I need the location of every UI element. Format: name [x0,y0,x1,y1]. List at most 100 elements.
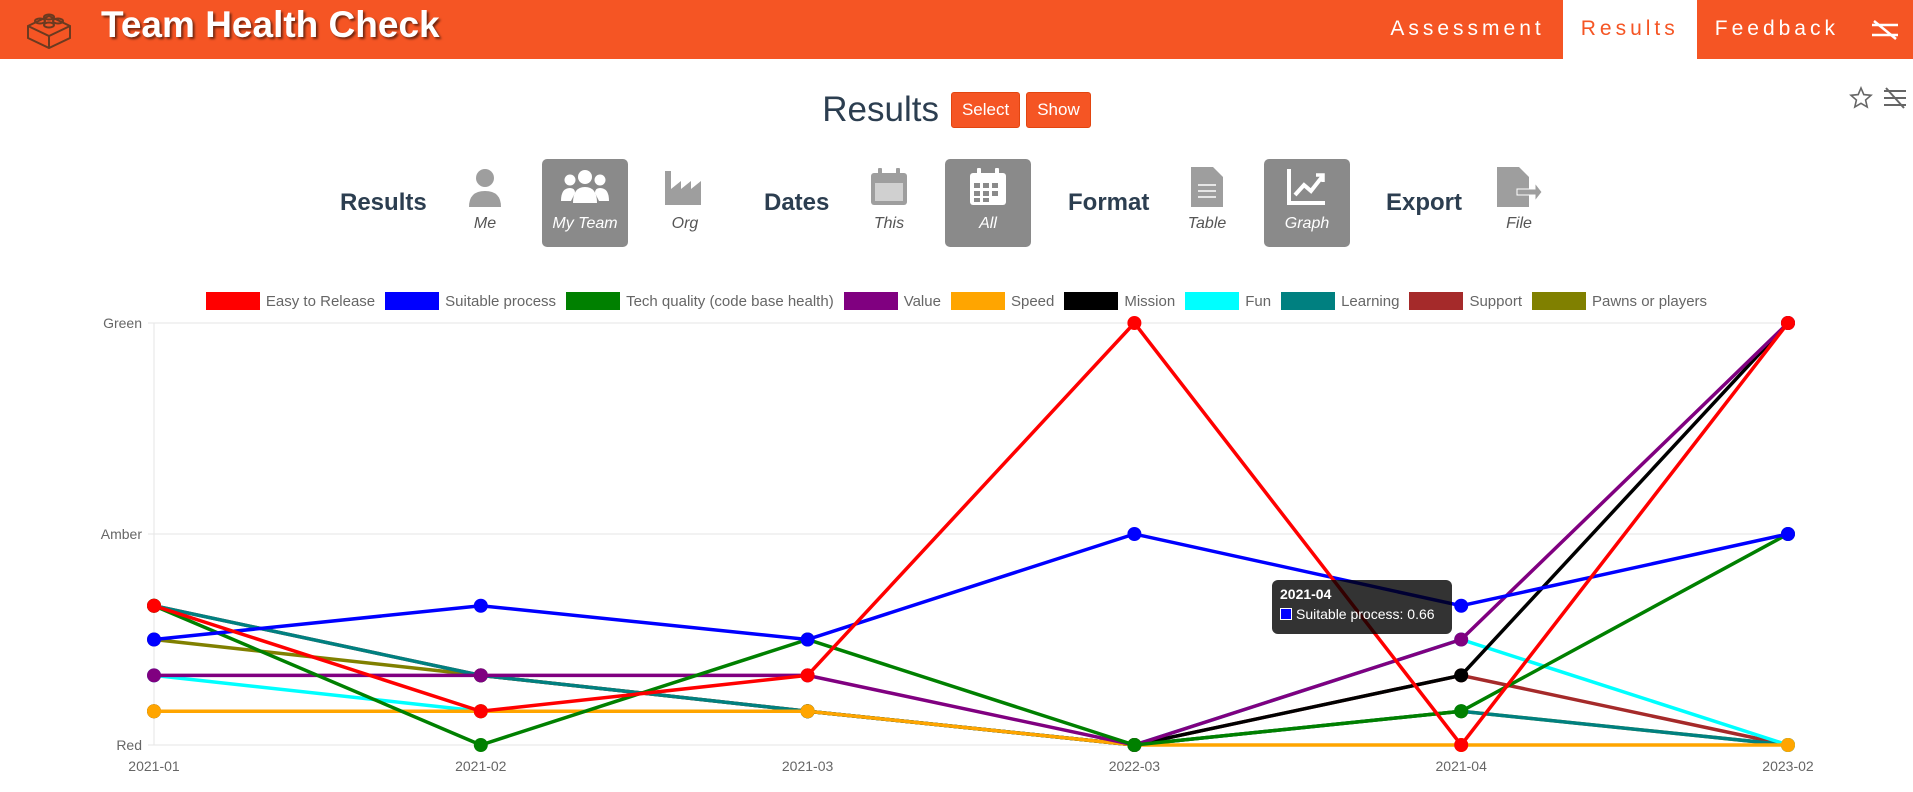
data-point [800,704,815,719]
dates-group-label: Dates [764,189,830,216]
data-point [1127,738,1142,752]
select-button[interactable]: Select [950,92,1021,128]
show-button[interactable]: Show [1026,92,1091,128]
legend-label: Mission [1124,292,1176,310]
document-icon [1191,167,1223,207]
format-group-label: Format [1068,189,1150,216]
legend-swatch [1281,292,1336,310]
data-point [147,704,161,719]
legend-swatch [566,292,621,310]
option-all-label: All [979,215,997,232]
legend-item[interactable]: Pawns or players [1532,292,1707,310]
legend-swatch [843,292,898,310]
option-table-label: Table [1187,215,1227,232]
legend-swatch [1532,292,1586,310]
main-nav: Assessment Results Feedback [1372,0,1913,59]
nav-results[interactable]: Results [1562,0,1697,59]
legend-swatch [1064,292,1119,310]
x-tick-label: 2021-04 [1436,758,1488,774]
legend-item[interactable]: Learning [1281,292,1399,310]
legend-label: Suitable process [445,292,557,310]
page-title: Results [822,90,939,129]
data-point [1454,598,1469,613]
data-point [1781,527,1795,541]
data-point [147,668,161,683]
option-my-team-label: My Team [552,215,618,232]
data-point [147,598,161,613]
legend-swatch [385,292,440,310]
app-title: Team Health Check [101,4,440,45]
option-org[interactable]: Org [642,159,728,247]
series-line [153,532,1789,642]
legend-item[interactable]: Easy to Release [205,292,376,310]
chart-legend: Easy to Release Suitable process Tech qual… [0,292,1913,310]
legend-item[interactable]: Mission [1064,292,1175,310]
data-point [800,668,815,683]
option-me-label: Me [473,215,497,232]
option-this[interactable]: This [846,159,932,247]
legend-label: Tech quality (code base health) [626,292,834,310]
legend-item[interactable]: Speed [950,292,1054,310]
file-export-icon [1497,167,1543,207]
data-point [1454,668,1469,683]
data-point [473,738,488,752]
data-point [800,632,815,647]
nav-feedback[interactable]: Feedback [1697,0,1857,59]
legend-label: Easy to Release [265,292,376,310]
x-tick-label: 2021-03 [782,758,834,774]
legend-label: Pawns or players [1592,292,1708,310]
tooltip-value: Suitable process: 0.66 [1296,606,1435,622]
option-graph[interactable]: Graph [1264,159,1350,247]
data-point [1781,738,1795,752]
x-tick-label: 2021-02 [455,758,507,774]
option-graph-label: Graph [1284,215,1330,232]
data-point [1454,632,1469,647]
export-group-label: Export [1386,189,1463,216]
data-point [1454,738,1469,752]
chart-tooltip: 2021-04 Suitable process: 0.66 [1272,580,1452,634]
data-point [473,598,488,613]
data-point [1127,316,1142,330]
nav-assessment[interactable]: Assessment [1372,0,1562,59]
data-point [473,668,488,683]
option-file[interactable]: File [1476,159,1562,247]
tooltip-swatch [1280,608,1292,620]
results-line-chart: Red Amber Green 2021-01 2021-02 2021-03 2022-0… [101,315,1814,774]
user-icon [469,169,501,207]
legend-swatch [1409,292,1464,310]
x-tick-label: 2023-02 [1762,758,1814,774]
chart-line-icon [1287,169,1325,205]
series-line [154,709,1788,747]
legend-label: Support [1469,292,1522,310]
legend-swatch [950,292,1005,310]
data-point [1454,704,1469,719]
legend-label: Fun [1245,292,1272,310]
hide-icon[interactable] [1857,0,1913,59]
factory-icon [665,171,701,205]
y-tick-label: Amber [101,526,143,542]
option-table[interactable]: Table [1164,159,1250,247]
legend-item[interactable]: Tech quality (code base health) [566,292,834,310]
legend-swatch [205,292,260,310]
legend-item[interactable]: Value [843,292,941,310]
tooltip-title: 2021-04 [1280,586,1332,602]
calendar-icon [871,168,907,205]
legend-item[interactable]: Fun [1185,292,1271,310]
option-me[interactable]: Me [442,159,528,247]
legend-label: Value [903,292,941,310]
legend-item[interactable]: Suitable process [385,292,556,310]
data-point [147,632,161,647]
legend-label: Learning [1341,292,1400,310]
option-my-team[interactable]: My Team [542,159,628,247]
users-icon [561,170,609,203]
view-controls: Results Me My Team Org Dates This All Fo… [0,159,1913,247]
legend-item[interactable]: Support [1409,292,1522,310]
calendar-grid-icon [970,168,1006,205]
y-tick-label: Red [116,737,142,753]
option-file-label: File [1506,215,1532,232]
x-tick-label: 2022-03 [1109,758,1161,774]
option-all[interactable]: All [945,159,1031,247]
y-tick-label: Green [103,315,142,331]
legend-swatch [1185,292,1240,310]
option-this-label: This [873,215,905,232]
